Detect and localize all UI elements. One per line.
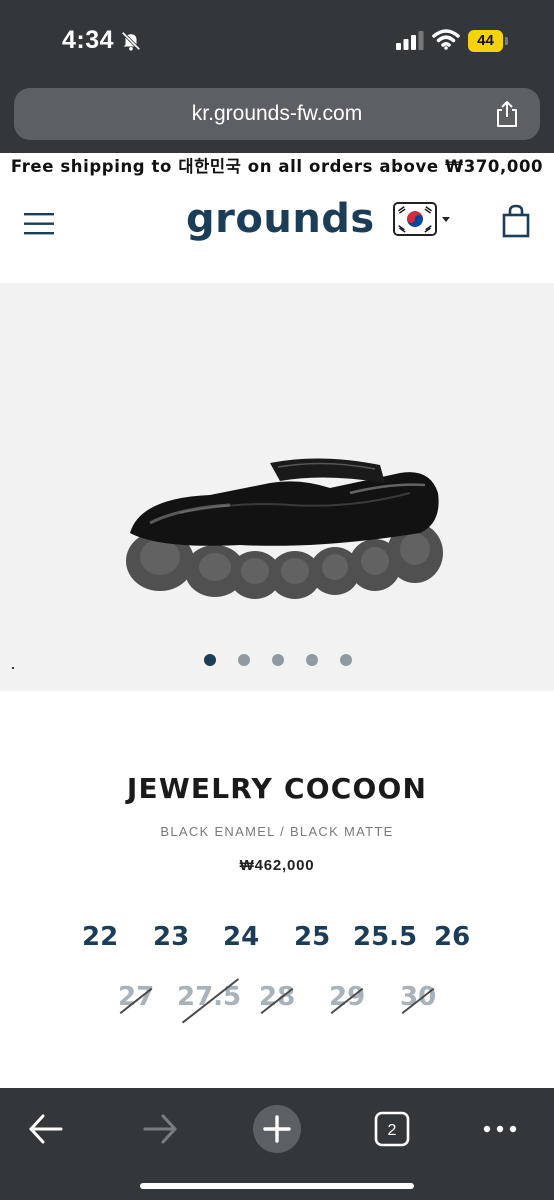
- size-option[interactable]: 26: [434, 922, 470, 952]
- battery-tip: [505, 37, 508, 45]
- gallery-dot[interactable]: [306, 654, 318, 666]
- battery-indicator: 44: [468, 30, 508, 52]
- size-options-available: 22 23 24 25 25.5 26: [0, 922, 554, 962]
- arrow-left-icon[interactable]: [26, 1104, 66, 1154]
- product-shoe-image: [126, 458, 443, 599]
- browser-bottom-toolbar: 2: [0, 1088, 554, 1200]
- product-variant: BLACK ENAMEL / BLACK MATTE: [160, 824, 394, 839]
- gallery-dot[interactable]: [340, 654, 352, 666]
- arrow-right-icon[interactable]: [140, 1104, 180, 1154]
- site-logo[interactable]: grounds: [186, 196, 375, 246]
- bell-slash-icon: [121, 31, 141, 51]
- size-option-sold-out: 28: [259, 982, 296, 1012]
- site-header: grounds: [0, 182, 554, 274]
- shopping-bag-icon[interactable]: [502, 204, 530, 238]
- status-bar: 4:34 44: [0, 0, 554, 80]
- chevron-down-icon: [442, 217, 450, 222]
- size-option-sold-out: 30: [400, 982, 437, 1012]
- size-option[interactable]: 24: [223, 922, 259, 952]
- plus-icon[interactable]: [252, 1104, 302, 1154]
- size-option-sold-out: 27: [118, 982, 155, 1012]
- url-text[interactable]: kr.grounds-fw.com: [14, 88, 540, 140]
- browser-top-chrome: 4:34 44 kr.grounds-fw.com: [0, 0, 554, 153]
- product-image-gallery[interactable]: [0, 283, 554, 691]
- address-bar[interactable]: kr.grounds-fw.com: [14, 88, 540, 140]
- wifi-icon: [432, 29, 460, 50]
- cellular-signal-icon: [396, 31, 424, 50]
- tab-count: 2: [388, 1122, 397, 1139]
- country-selector[interactable]: [393, 202, 453, 238]
- size-option[interactable]: 22: [82, 922, 118, 952]
- size-option-sold-out: 29: [329, 982, 366, 1012]
- battery-level: 44: [468, 30, 503, 52]
- status-time: 4:34: [62, 26, 115, 54]
- hamburger-menu-icon[interactable]: [24, 212, 56, 236]
- free-shipping-banner: Free shipping to 대한민국 on all orders abov…: [10, 157, 544, 176]
- size-option[interactable]: 25.5: [353, 922, 417, 952]
- product-price: ₩462,000: [239, 857, 315, 874]
- tabs-button[interactable]: 2: [374, 1104, 410, 1154]
- gallery-pagination: [200, 654, 360, 668]
- speck: [12, 667, 14, 669]
- home-indicator: [140, 1183, 414, 1189]
- gallery-dot[interactable]: [272, 654, 284, 666]
- gallery-dot[interactable]: [204, 654, 216, 666]
- size-options-sold-out: 27 27.5 28 29 30: [0, 982, 554, 1022]
- size-option[interactable]: 25: [294, 922, 330, 952]
- korea-flag-icon: [393, 202, 437, 236]
- size-option-sold-out: 27.5: [177, 982, 242, 1012]
- size-option[interactable]: 23: [153, 922, 189, 952]
- more-dots-icon[interactable]: [480, 1104, 520, 1154]
- product-title: JEWELRY COCOON: [126, 772, 428, 805]
- share-icon[interactable]: [494, 100, 520, 128]
- gallery-dot[interactable]: [238, 654, 250, 666]
